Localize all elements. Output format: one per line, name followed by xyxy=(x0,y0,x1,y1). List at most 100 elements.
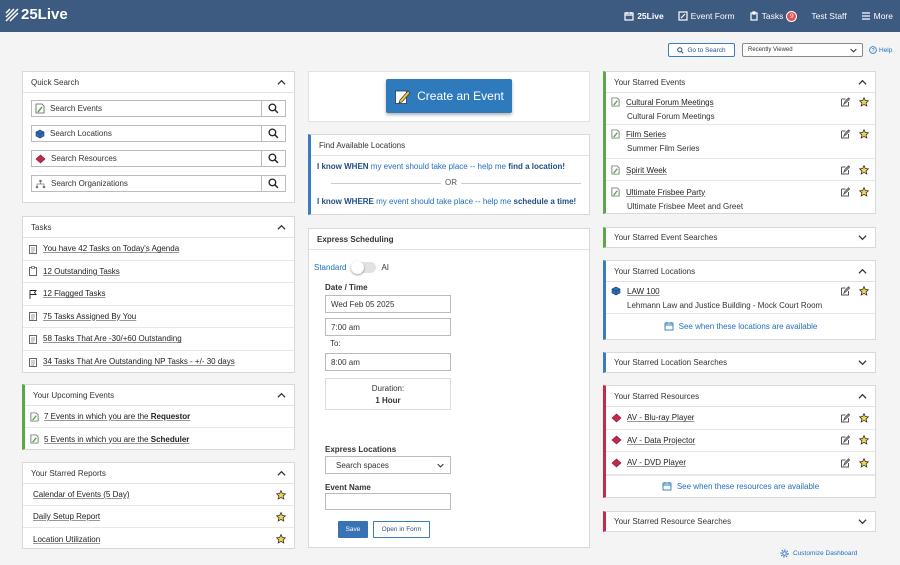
task-link-np[interactable]: 34 Tasks That Are Outstanding NP Tasks -… xyxy=(43,357,235,366)
recently-viewed-select[interactable]: Recently Viewed xyxy=(742,43,863,57)
resources-availability-link[interactable]: See when these resources are available xyxy=(606,474,875,497)
chevron-up-icon[interactable] xyxy=(277,223,286,232)
task-link-flagged[interactable]: 12 Flagged Tasks xyxy=(43,289,106,298)
starred-location-searches-header[interactable]: Your Starred Location Searches xyxy=(606,353,875,372)
upcoming-row-requestor[interactable]: 7 Events in which you are the Requestor xyxy=(25,406,294,428)
star-icon[interactable] xyxy=(276,534,286,544)
upcoming-events-header[interactable]: Your Upcoming Events xyxy=(25,385,294,406)
task-row-assigned[interactable]: 75 Tasks Assigned By You xyxy=(23,306,294,328)
chevron-down-icon[interactable] xyxy=(858,233,867,242)
task-row-range[interactable]: 58 Tasks That Are -30/+60 Outstanding xyxy=(23,328,294,351)
tasks-header[interactable]: Tasks xyxy=(23,217,294,238)
starred-event-link[interactable]: Ultimate Frisbee Party xyxy=(626,188,705,197)
create-event-button[interactable]: Create an Event xyxy=(386,79,512,113)
search-resources-input[interactable]: Search Resources xyxy=(31,150,262,167)
chevron-down-icon[interactable] xyxy=(858,358,867,367)
chevron-up-icon[interactable] xyxy=(277,78,286,87)
starred-events-header[interactable]: Your Starred Events xyxy=(606,72,875,93)
end-time-field[interactable]: 8:00 am xyxy=(325,353,451,371)
edit-icon[interactable] xyxy=(840,286,850,296)
task-row-np[interactable]: 34 Tasks That Are Outstanding NP Tasks -… xyxy=(23,351,294,374)
report-row[interactable]: Location Utilization xyxy=(23,528,294,550)
starred-reports-header[interactable]: Your Starred Reports xyxy=(23,463,294,484)
nav-more[interactable]: More xyxy=(854,11,900,21)
starred-location-link[interactable]: LAW 100 xyxy=(627,287,660,296)
upcoming-row-scheduler[interactable]: 5 Events in which you are the Scheduler xyxy=(25,428,294,450)
edit-icon[interactable] xyxy=(840,187,850,197)
start-time-field[interactable]: 7:00 am xyxy=(325,318,451,336)
star-icon[interactable] xyxy=(859,129,869,139)
help-link[interactable]: ? Help xyxy=(869,43,892,57)
task-link-agenda[interactable]: You have 42 Tasks on Today's Agenda xyxy=(43,244,179,253)
starred-event-link[interactable]: Spirit Week xyxy=(626,166,667,175)
search-organizations-button[interactable] xyxy=(262,175,286,192)
starred-event-link[interactable]: Film Series xyxy=(626,130,666,139)
starred-resource-searches-header[interactable]: Your Starred Resource Searches xyxy=(606,512,875,531)
chevron-up-icon[interactable] xyxy=(858,392,867,401)
task-row-agenda[interactable]: You have 42 Tasks on Today's Agenda xyxy=(23,238,294,261)
star-icon[interactable] xyxy=(859,435,869,446)
star-icon[interactable] xyxy=(859,412,869,423)
go-to-search-button[interactable]: Go to Search xyxy=(668,43,735,57)
starred-locations-header[interactable]: Your Starred Locations xyxy=(606,261,875,282)
edit-icon[interactable] xyxy=(840,435,850,445)
starred-event-link[interactable]: Cultural Forum Meetings xyxy=(626,98,714,107)
chevron-up-icon[interactable] xyxy=(858,267,867,276)
customize-dashboard-link[interactable]: Customize Dashboard xyxy=(780,549,857,558)
locations-availability-link[interactable]: See when these locations are available xyxy=(606,314,875,338)
find-where-link[interactable]: I know WHERE my event should take place … xyxy=(317,197,576,206)
express-locations-select[interactable]: Search spaces xyxy=(325,456,451,474)
chevron-up-icon[interactable] xyxy=(858,78,867,87)
nav-user[interactable]: Test Staff xyxy=(804,11,853,21)
edit-icon[interactable] xyxy=(840,97,850,107)
search-locations-button[interactable] xyxy=(262,125,286,142)
star-icon[interactable] xyxy=(276,489,286,500)
search-organizations-input[interactable]: Search Organizations xyxy=(31,175,262,192)
star-icon[interactable] xyxy=(859,457,869,468)
star-icon[interactable] xyxy=(859,97,869,107)
mode-toggle-switch[interactable] xyxy=(351,261,377,274)
event-name-input[interactable] xyxy=(325,493,451,510)
chevron-up-icon[interactable] xyxy=(277,469,286,478)
open-in-form-button[interactable]: Open in Form xyxy=(373,521,430,538)
report-link[interactable]: Location Utilization xyxy=(33,535,100,544)
nav-event-form[interactable]: Event Form xyxy=(671,11,742,21)
search-events-button[interactable] xyxy=(262,100,286,117)
search-locations-input[interactable]: Search Locations xyxy=(31,125,262,142)
starred-resource-link[interactable]: AV - Data Projector xyxy=(627,436,695,445)
starred-resource-link[interactable]: AV - DVD Player xyxy=(627,458,686,467)
save-button[interactable]: Save xyxy=(338,521,368,538)
starred-resources-header[interactable]: Your Starred Resources xyxy=(606,386,875,407)
chevron-down-icon[interactable] xyxy=(858,517,867,526)
task-row-outstanding[interactable]: 12 Outstanding Tasks xyxy=(23,261,294,283)
upcoming-link-scheduler[interactable]: 5 Events in which you are the Scheduler xyxy=(44,435,189,444)
edit-icon[interactable] xyxy=(840,165,850,175)
task-row-flagged[interactable]: 12 Flagged Tasks xyxy=(23,283,294,306)
find-when-link[interactable]: I know WHEN my event should take place -… xyxy=(317,162,565,171)
star-icon[interactable] xyxy=(859,187,869,197)
edit-icon[interactable] xyxy=(840,129,850,139)
report-link[interactable]: Calendar of Events (5 Day) xyxy=(33,490,130,499)
edit-icon[interactable] xyxy=(840,458,850,468)
search-events-input[interactable]: Search Events xyxy=(31,100,262,117)
mode-standard-label[interactable]: Standard xyxy=(314,263,346,272)
nav-home[interactable]: 25Live xyxy=(617,11,670,21)
star-icon[interactable] xyxy=(859,286,869,296)
quick-search-header[interactable]: Quick Search xyxy=(23,72,294,93)
app-logo[interactable]: 25Live xyxy=(5,6,68,23)
starred-resource-link[interactable]: AV - Blu-ray Player xyxy=(627,413,694,422)
search-resources-button[interactable] xyxy=(262,150,286,167)
nav-tasks[interactable]: Tasks 9 xyxy=(742,10,805,22)
starred-event-searches-header[interactable]: Your Starred Event Searches xyxy=(606,228,875,247)
task-link-outstanding[interactable]: 12 Outstanding Tasks xyxy=(43,267,120,276)
edit-icon[interactable] xyxy=(840,413,850,423)
mode-ai-label[interactable]: AI xyxy=(381,263,389,272)
report-row[interactable]: Daily Setup Report xyxy=(23,506,294,528)
task-link-range[interactable]: 58 Tasks That Are -30/+60 Outstanding xyxy=(43,334,182,343)
report-row[interactable]: Calendar of Events (5 Day) xyxy=(23,484,294,506)
report-link[interactable]: Daily Setup Report xyxy=(33,512,100,521)
chevron-up-icon[interactable] xyxy=(277,391,286,400)
date-field[interactable]: Wed Feb 05 2025 xyxy=(325,295,451,313)
star-icon[interactable] xyxy=(276,511,286,522)
star-icon[interactable] xyxy=(859,165,869,175)
